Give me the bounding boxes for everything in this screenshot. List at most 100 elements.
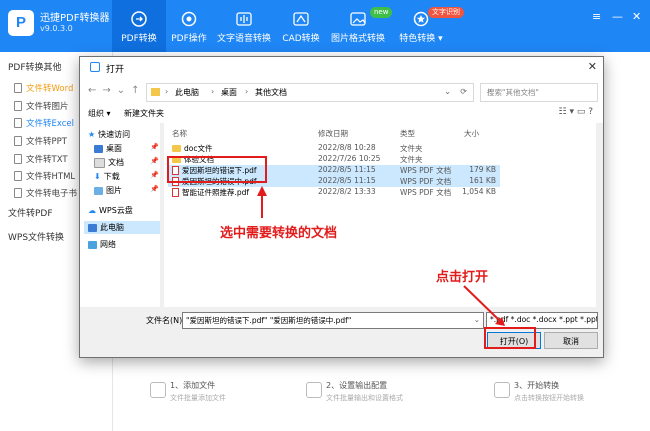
step-title: 1、添加文件 <box>170 381 216 390</box>
nav-arrows: ←→⌄↑ <box>88 85 146 96</box>
file-name: 智能证件照推荐.pdf <box>182 188 250 197</box>
convert-icon <box>494 382 510 398</box>
breadcrumb-separator: › <box>165 87 169 96</box>
open-button-highlight-box <box>484 327 536 349</box>
pin-icon[interactable]: 📌 <box>150 157 159 165</box>
step-output-config: 2、设置输出配置 文件批量输出和设置格式 <box>306 380 403 403</box>
pin-icon[interactable]: 📌 <box>150 143 159 151</box>
document-icon <box>14 83 22 93</box>
sidebar-section-pdf-to-other[interactable]: PDF转换其他 <box>8 60 62 73</box>
filename-dropdown-icon[interactable]: ⌄ <box>474 315 480 324</box>
sidebar-item-ppt[interactable]: 文件转PPT <box>14 135 67 147</box>
app-header: P 迅捷PDF转换器 v9.0.3.0 PDF转换 PDF操作 文字语音转换 C… <box>0 0 650 52</box>
cancel-button[interactable]: 取消 <box>544 332 598 349</box>
nav-label: 桌面 <box>106 144 122 153</box>
file-type: WPS PDF 文档 <box>400 188 452 197</box>
breadcrumb-separator: › <box>211 87 215 96</box>
close-icon[interactable]: ✕ <box>632 10 641 23</box>
dialog-titlebar: 打开 ✕ <box>80 57 603 79</box>
nav-label: 下载 <box>103 172 120 181</box>
step-add-file: 1、添加文件文件批量添加文件 <box>150 380 226 403</box>
tab-text-voice[interactable]: 文字语音转换 <box>216 0 272 52</box>
sidebar-item-label: 文件转HTML <box>26 172 76 182</box>
sidebar-item-image[interactable]: 文件转图片 <box>14 100 69 112</box>
column-header-modified[interactable]: 修改日期 <box>318 128 348 139</box>
breadcrumb-desktop[interactable]: 桌面 <box>221 87 237 98</box>
soundwave-icon <box>234 10 254 28</box>
step-title: 2、设置输出配置 <box>326 381 388 390</box>
breadcrumb-this-pc[interactable]: 此电脑 <box>175 87 199 98</box>
ocr-badge: 文字识别 <box>428 7 464 18</box>
document-icon <box>14 171 22 181</box>
dialog-close-icon[interactable]: ✕ <box>588 60 597 73</box>
address-bar[interactable]: › 此电脑 › 桌面 › 其他文档 ⌄ ⟳ <box>146 83 474 102</box>
minimize-icon[interactable]: — <box>612 10 623 23</box>
sidebar-item-label: 文件转Excel <box>26 119 75 129</box>
file-row[interactable]: 智能证件照推荐.pdf 2022/8/2 13:33 WPS PDF 文档 1,… <box>168 187 500 198</box>
file-modified: 2022/8/2 13:33 <box>318 187 376 196</box>
nav-downloads[interactable]: ⬇ 下载 <box>94 171 120 182</box>
recent-dropdown-icon[interactable]: ⌄ <box>117 85 131 96</box>
forward-icon[interactable]: → <box>102 85 116 96</box>
refresh-icon[interactable]: ⟳ <box>460 87 467 96</box>
menu-icon[interactable]: ≡ <box>592 10 601 23</box>
column-header-name[interactable]: 名称 <box>172 128 187 139</box>
document-icon <box>14 188 22 198</box>
nav-label: 快速访问 <box>98 130 131 139</box>
document-icon <box>14 136 22 146</box>
search-icon: ⌕ <box>487 86 493 96</box>
app-name: 迅捷PDF转换器 <box>40 13 110 24</box>
sidebar-section-wps[interactable]: WPS文件转换 <box>8 230 64 243</box>
app-logo: P <box>8 10 34 36</box>
tab-pdf-operation[interactable]: PDF操作 <box>166 0 212 52</box>
tab-pdf-convert[interactable]: PDF转换 <box>112 0 166 52</box>
back-icon[interactable]: ← <box>88 85 102 96</box>
open-file-dialog: 打开 ✕ ←→⌄↑ › 此电脑 › 桌面 › 其他文档 ⌄ ⟳ 搜索"其他文档"… <box>79 56 604 358</box>
nav-this-pc[interactable]: 此电脑 <box>84 221 160 234</box>
sidebar-item-label: 文件转PPT <box>26 137 67 147</box>
nav-pictures[interactable]: 图片 <box>94 185 122 196</box>
star-icon: ★ <box>88 130 96 139</box>
pin-icon[interactable]: 📌 <box>150 185 159 193</box>
tab-label: PDF转换 <box>121 34 157 44</box>
sidebar-item-excel[interactable]: 文件转Excel <box>14 117 74 129</box>
nav-label: 网络 <box>100 240 116 249</box>
sidebar-item-txt[interactable]: 文件转TXT <box>14 153 68 165</box>
sidebar-item-ebook[interactable]: 文件转电子书 <box>14 187 77 199</box>
file-modified: 2022/8/5 11:15 <box>318 165 376 174</box>
file-row[interactable]: doc文件 2022/8/8 10:28 文件夹 <box>168 143 500 154</box>
filename-input[interactable]: "爱因斯坦的错误下.pdf" "爱因斯坦的错误中.pdf" ⌄ <box>182 312 484 329</box>
add-file-icon <box>150 382 166 398</box>
column-header-type[interactable]: 类型 <box>400 128 415 139</box>
file-type: 文件夹 <box>400 144 423 153</box>
breadcrumb-other-docs[interactable]: 其他文档 <box>255 87 287 98</box>
sidebar-item-word[interactable]: 文件转Word <box>14 82 73 94</box>
file-modified: 2022/8/5 11:15 <box>318 176 376 185</box>
up-icon[interactable]: ↑ <box>131 85 145 96</box>
sidebar-item-html[interactable]: 文件转HTML <box>14 170 75 182</box>
address-row: ←→⌄↑ › 此电脑 › 桌面 › 其他文档 ⌄ ⟳ 搜索"其他文档" ⌕ <box>80 79 603 105</box>
file-type: 文件夹 <box>400 155 423 164</box>
nav-network[interactable]: 网络 <box>88 239 116 250</box>
column-header-size[interactable]: 大小 <box>464 128 479 139</box>
nav-label: 文档 <box>108 158 124 167</box>
view-options-icon[interactable]: ☷ ▾ ▭ ? <box>559 107 593 117</box>
nav-desktop[interactable]: 桌面 <box>94 143 122 154</box>
document-icon <box>14 101 22 111</box>
dropdown-icon: ▾ <box>435 34 443 44</box>
nav-wps-cloud[interactable]: ☁ WPS云盘 <box>88 205 133 216</box>
nav-documents[interactable]: 文档 <box>94 157 124 168</box>
address-dropdown-icon[interactable]: ⌄ <box>444 87 451 96</box>
sidebar-section-file-to-pdf[interactable]: 文件转PDF <box>8 206 53 219</box>
selection-highlight-box <box>167 156 267 183</box>
nav-label: 图片 <box>106 186 122 195</box>
pin-icon[interactable]: 📌 <box>150 171 159 179</box>
nav-quick-access[interactable]: ★ 快速访问 <box>88 129 130 140</box>
step-desc: 文件批量添加文件 <box>170 394 226 402</box>
new-folder-button[interactable]: 新建文件夹 <box>124 108 164 119</box>
organize-button[interactable]: 组织 ▾ <box>88 108 111 119</box>
search-box[interactable]: 搜索"其他文档" ⌕ <box>480 83 598 102</box>
settings-icon <box>179 10 199 28</box>
dialog-title: 打开 <box>106 65 125 75</box>
tab-cad[interactable]: CAD转换 <box>278 0 324 52</box>
